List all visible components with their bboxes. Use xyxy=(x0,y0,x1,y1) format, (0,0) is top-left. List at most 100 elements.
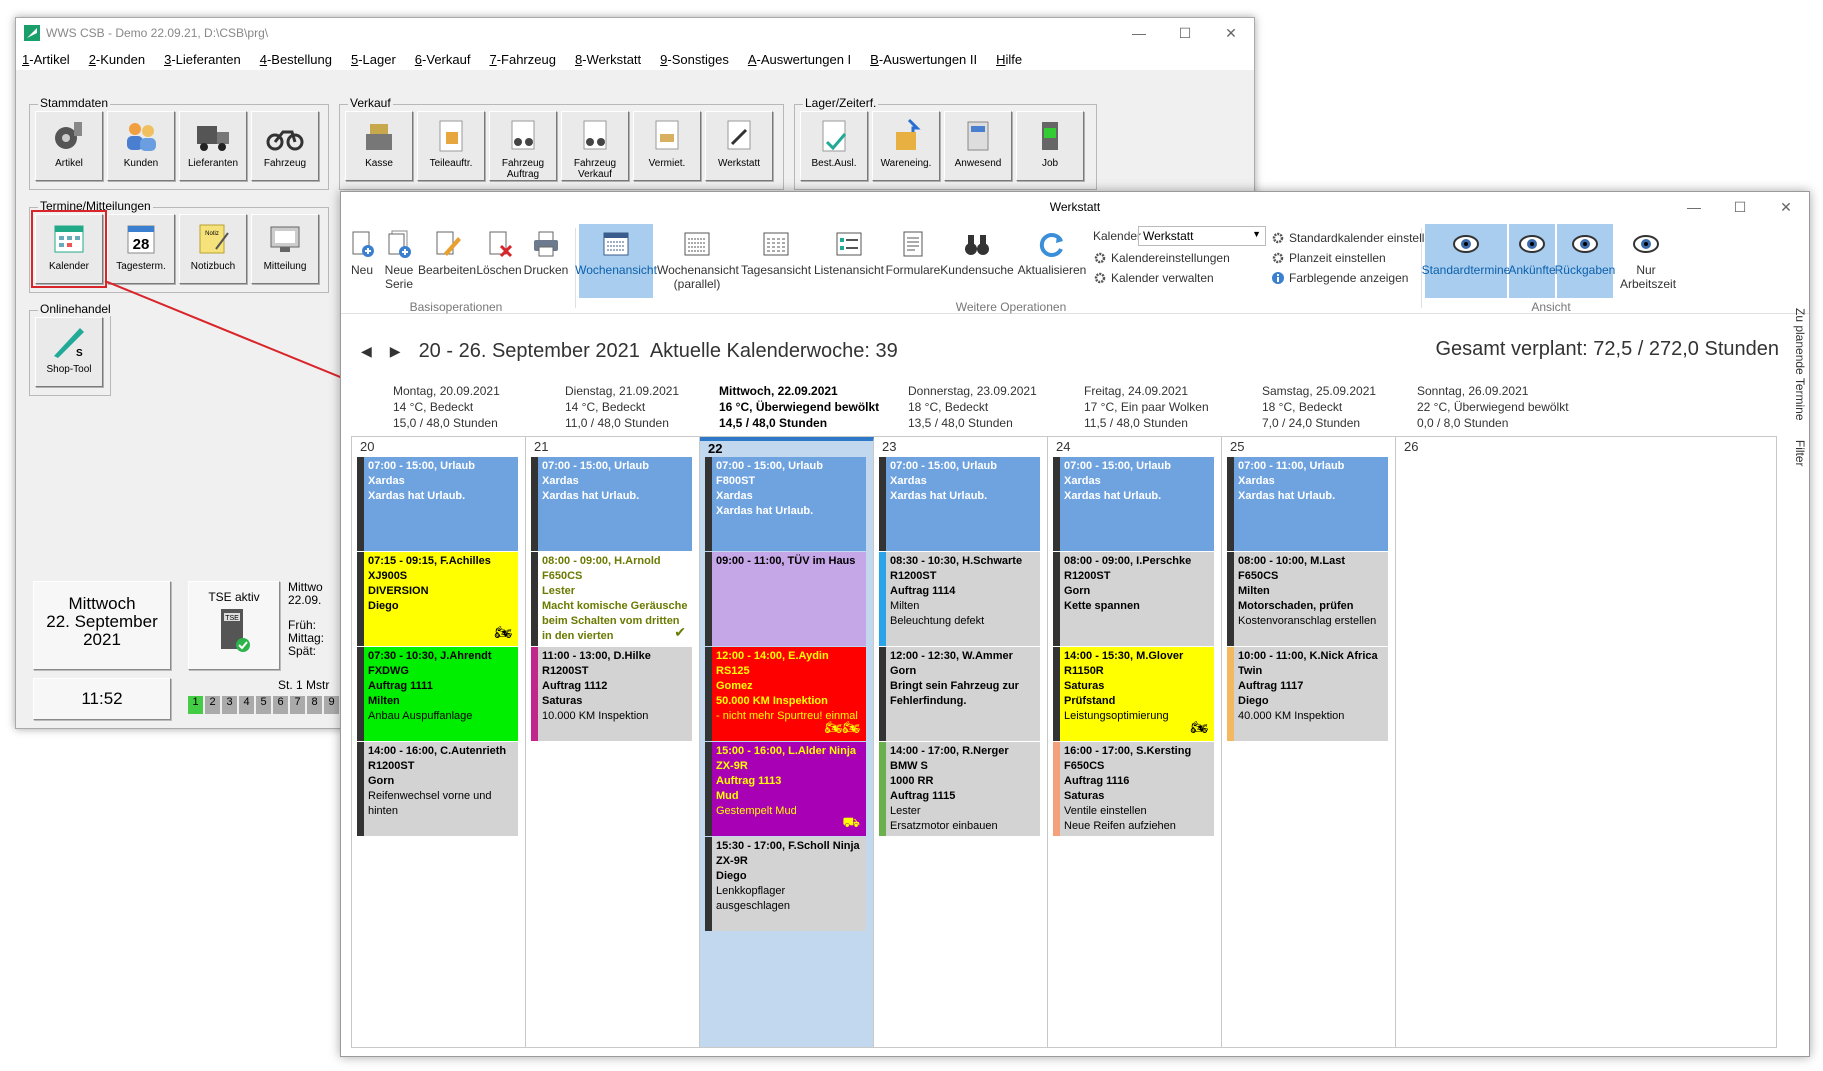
tse-panel[interactable]: TSE aktiv TSE xyxy=(188,581,280,670)
station-7[interactable]: 7 xyxy=(290,696,305,714)
standardtermine-button[interactable]: Standardtermine xyxy=(1422,224,1510,298)
menu-verkauf[interactable]: 6-Verkauf xyxy=(415,52,471,67)
shop-tool-button[interactable]: S Shop-Tool xyxy=(35,317,103,387)
menu-bestellung[interactable]: 4-Bestellung xyxy=(260,52,332,67)
lieferanten-button[interactable]: Lieferanten xyxy=(179,111,247,181)
ws-minimize-button[interactable]: — xyxy=(1671,192,1717,222)
menu-artikel[interactable]: 1-Artikel xyxy=(22,52,70,67)
calendar-event[interactable]: 16:00 - 17:00, S.Kersting F650CS Auftrag … xyxy=(1053,742,1214,836)
tagesterm-button[interactable]: 28 Tagesterm. xyxy=(107,214,175,284)
ankuenfte-button[interactable]: Ankünfte xyxy=(1508,224,1556,298)
calendar-event[interactable]: 08:00 - 10:00, M.Last F650CS Milten Motors… xyxy=(1227,552,1388,646)
standardkalender-link[interactable]: Standardkalender einstellen xyxy=(1271,228,1438,248)
wochenansicht-parallel-button[interactable]: Wochenansicht (parallel) xyxy=(655,224,739,298)
next-week-icon[interactable]: ▶ xyxy=(390,343,401,360)
calendar-event[interactable]: 14:00 - 16:00, C.Autenrieth R1200ST Gorn Re… xyxy=(357,742,518,836)
menu-kunden[interactable]: 2-Kunden xyxy=(89,52,145,67)
teileauftr-button[interactable]: Teileauftr. xyxy=(417,111,485,181)
wareneing-button[interactable]: Wareneing. xyxy=(872,111,940,181)
menu-lieferanten[interactable]: 3-Lieferanten xyxy=(164,52,241,67)
job-button[interactable]: Job xyxy=(1016,111,1084,181)
calendar-event[interactable]: 11:00 - 13:00, D.Hilke R1200ST Auftrag 11… xyxy=(531,647,692,741)
calendar-event[interactable]: 08:00 - 09:00, I.Perschke R1200ST Gorn Ket… xyxy=(1053,552,1214,646)
side-tab-filter[interactable]: Filter xyxy=(1793,440,1807,467)
station-6[interactable]: 6 xyxy=(273,696,288,714)
calendar-event[interactable]: 07:00 - 15:00, Urlaub Xardas Xardas hat Ur… xyxy=(357,457,518,551)
planzeit-link[interactable]: Planzeit einstellen xyxy=(1271,248,1386,268)
calendar-event[interactable]: 07:15 - 09:15, F.Achilles XJ900S DIVERSIO… xyxy=(357,552,518,646)
menu-werkstatt[interactable]: 8-Werkstatt xyxy=(575,52,641,67)
calendar-event[interactable]: 14:00 - 17:00, R.Nerger BMW S 1000 RR Auft… xyxy=(879,742,1040,836)
drucken-button[interactable]: Drucken xyxy=(523,224,569,298)
neu-button[interactable]: Neu xyxy=(345,224,379,298)
fahrzeug-auftrag-button[interactable]: Fahrzeug Auftrag xyxy=(489,111,557,181)
calendar-event[interactable]: 07:00 - 15:00, Urlaub Xardas Xardas hat Ur… xyxy=(531,457,692,551)
calendar-event[interactable]: 07:00 - 15:00, Urlaub Xardas Xardas hat Ur… xyxy=(879,457,1040,551)
calendar-event[interactable]: 07:00 - 11:00, Urlaub Xardas Xardas hat Ur… xyxy=(1227,457,1388,551)
fahrzeug-verkauf-button[interactable]: Fahrzeug Verkauf xyxy=(561,111,629,181)
calendar-event[interactable]: 08:00 - 09:00, H.Arnold F650CS Lester Mach… xyxy=(531,552,692,646)
event-detail: Xardas hat Urlaub. xyxy=(368,490,466,502)
aktualisieren-button[interactable]: Aktualisieren xyxy=(1015,224,1089,298)
farblegende-link[interactable]: Farblegende anzeigen xyxy=(1271,268,1408,288)
calendar-event[interactable]: 15:00 - 16:00, L.Alder Ninja ZX-9R Auftra… xyxy=(705,742,866,836)
ws-maximize-button[interactable]: ☐ xyxy=(1717,192,1763,222)
kasse-button[interactable]: Kasse xyxy=(345,111,413,181)
station-5[interactable]: 5 xyxy=(256,696,271,714)
notizbuch-button[interactable]: Notiz Notizbuch xyxy=(179,214,247,284)
artikel-button[interactable]: Artikel xyxy=(35,111,103,181)
nur-arbeitszeit-button[interactable]: Nur Arbeitszeit xyxy=(1615,224,1677,298)
calendar-event[interactable]: 07:30 - 10:30, J.Ahrendt FXDWG Auftrag 11… xyxy=(357,647,518,741)
menu-sonstiges[interactable]: 9-Sonstiges xyxy=(660,52,729,67)
station-3[interactable]: 3 xyxy=(222,696,237,714)
calendar-event[interactable]: 15:30 - 17:00, F.Scholl Ninja ZX-9R Diego L… xyxy=(705,837,866,931)
calendar-event[interactable]: 14:00 - 15:30, M.Glover R1150R Saturas Prü… xyxy=(1053,647,1214,741)
station-1[interactable]: 1 xyxy=(188,696,203,714)
station-8[interactable]: 8 xyxy=(307,696,322,714)
menu-lager[interactable]: 5-Lager xyxy=(351,52,396,67)
anwesend-button[interactable]: Anwesend xyxy=(944,111,1012,181)
event-detail: Ventile einstellen xyxy=(1064,805,1147,817)
mitteilung-button[interactable]: Mitteilung xyxy=(251,214,319,284)
calendar-event[interactable]: 12:00 - 12:30, W.Ammer Gorn Bringt sein Fa… xyxy=(879,647,1040,741)
calendar-event[interactable]: 09:00 - 11:00, TÜV im Haus xyxy=(705,552,866,646)
bearbeiten-button[interactable]: Bearbeiten xyxy=(418,224,476,298)
ws-close-button[interactable]: ✕ xyxy=(1763,192,1809,222)
calendar-event[interactable]: 10:00 - 11:00, K.Nick Africa Twin Auftrag… xyxy=(1227,647,1388,741)
werkstatt-button[interactable]: Werkstatt xyxy=(705,111,773,181)
calendar-event[interactable]: 12:00 - 14:00, E.Aydin RS125 Gomez 50.000 … xyxy=(705,647,866,741)
station-4[interactable]: 4 xyxy=(239,696,254,714)
loeschen-button[interactable]: Löschen xyxy=(476,224,522,298)
listenansicht-button[interactable]: Listenansicht xyxy=(813,224,885,298)
calendar-event[interactable]: 08:30 - 10:30, H.Schwarte R1200ST Auftrag … xyxy=(879,552,1040,646)
kalender-button[interactable]: Kalender xyxy=(31,210,107,288)
best-ausl-button[interactable]: Best.Ausl. xyxy=(800,111,868,181)
kunden-button[interactable]: Kunden xyxy=(107,111,175,181)
calendar-event[interactable]: 07:00 - 15:00, Urlaub Xardas Xardas hat Ur… xyxy=(1053,457,1214,551)
kundensuche-button[interactable]: Kundensuche xyxy=(940,224,1014,298)
wochenansicht-button[interactable]: Wochenansicht xyxy=(575,224,657,298)
side-tab-zu-planende[interactable]: Zu planende Termine xyxy=(1793,308,1807,421)
kalender-select[interactable]: Werkstatt ▼ xyxy=(1138,226,1266,246)
formulare-button[interactable]: Formulare xyxy=(886,224,940,298)
menu-auswertungen-1[interactable]: A-Auswertungen I xyxy=(748,52,851,67)
rueckgaben-button[interactable]: Rückgaben xyxy=(1555,224,1615,298)
kalender-verwalten-link[interactable]: Kalender verwalten xyxy=(1093,268,1214,288)
kalendereinstellungen-link[interactable]: Kalendereinstellungen xyxy=(1093,248,1230,268)
vermiet-button[interactable]: Vermiet. xyxy=(633,111,701,181)
prev-week-icon[interactable]: ◀ xyxy=(361,343,372,360)
station-9[interactable]: 9 xyxy=(324,696,339,714)
menu-auswertungen-2[interactable]: B-Auswertungen II xyxy=(870,52,977,67)
minimize-button[interactable]: — xyxy=(1116,18,1162,48)
group-lager-title: Lager/Zeiterf. xyxy=(803,96,879,110)
close-button[interactable]: ✕ xyxy=(1208,18,1254,48)
maximize-button[interactable]: ☐ xyxy=(1162,18,1208,48)
fahrzeug-button[interactable]: Fahrzeug xyxy=(251,111,319,181)
menu-fahrzeug[interactable]: 7-Fahrzeug xyxy=(489,52,555,67)
neue-serie-button[interactable]: Neue Serie xyxy=(381,224,417,298)
tagesansicht-button[interactable]: Tagesansicht xyxy=(741,224,811,298)
calendar-event[interactable]: 07:00 - 15:00, Urlaub F800ST Xardas Xardas… xyxy=(705,457,866,551)
station-2[interactable]: 2 xyxy=(205,696,220,714)
menu-hilfe[interactable]: Hilfe xyxy=(996,52,1022,67)
day-column[interactable]: 26 xyxy=(1396,437,1570,1047)
